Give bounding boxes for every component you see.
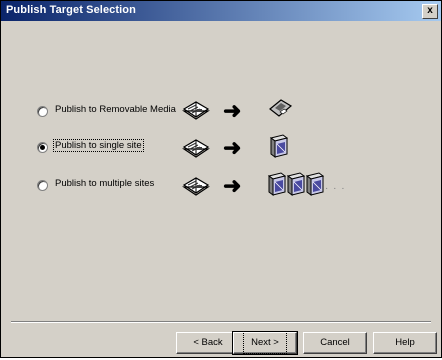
floppy-disk-icon bbox=[269, 99, 293, 117]
server-icon bbox=[286, 172, 306, 196]
option-label-removable-media[interactable]: Publish to Removable Media bbox=[54, 104, 177, 115]
radio-multiple-sites[interactable] bbox=[37, 180, 48, 191]
server-icon bbox=[305, 172, 325, 196]
next-button[interactable]: Next > bbox=[232, 331, 298, 355]
button-separator bbox=[11, 321, 431, 323]
back-button[interactable]: < Back bbox=[176, 332, 240, 354]
title-bar[interactable]: Publish Target Selection x bbox=[1, 1, 441, 21]
arrow-right-icon: ➜ bbox=[223, 135, 242, 160]
arrow-right-icon: ➜ bbox=[223, 173, 242, 198]
server-icon bbox=[269, 134, 289, 158]
book-icon bbox=[182, 139, 210, 158]
cancel-button[interactable]: Cancel bbox=[303, 332, 367, 354]
publish-target-dialog: Publish Target Selection x Publish to Re… bbox=[0, 0, 442, 358]
option-label-multiple-sites[interactable]: Publish to multiple sites bbox=[54, 178, 155, 189]
dialog-title: Publish Target Selection bbox=[6, 4, 136, 16]
close-button[interactable]: x bbox=[422, 4, 438, 19]
radio-removable-media[interactable] bbox=[37, 106, 48, 117]
option-label-single-site[interactable]: Publish to single site bbox=[53, 139, 144, 152]
server-icon bbox=[267, 172, 287, 196]
more-sites-ellipsis: · · · bbox=[325, 183, 346, 194]
radio-single-site[interactable] bbox=[37, 142, 48, 153]
help-button[interactable]: Help bbox=[373, 332, 437, 354]
arrow-right-icon: ➜ bbox=[223, 98, 242, 123]
book-icon bbox=[182, 177, 210, 196]
book-icon bbox=[182, 101, 210, 120]
